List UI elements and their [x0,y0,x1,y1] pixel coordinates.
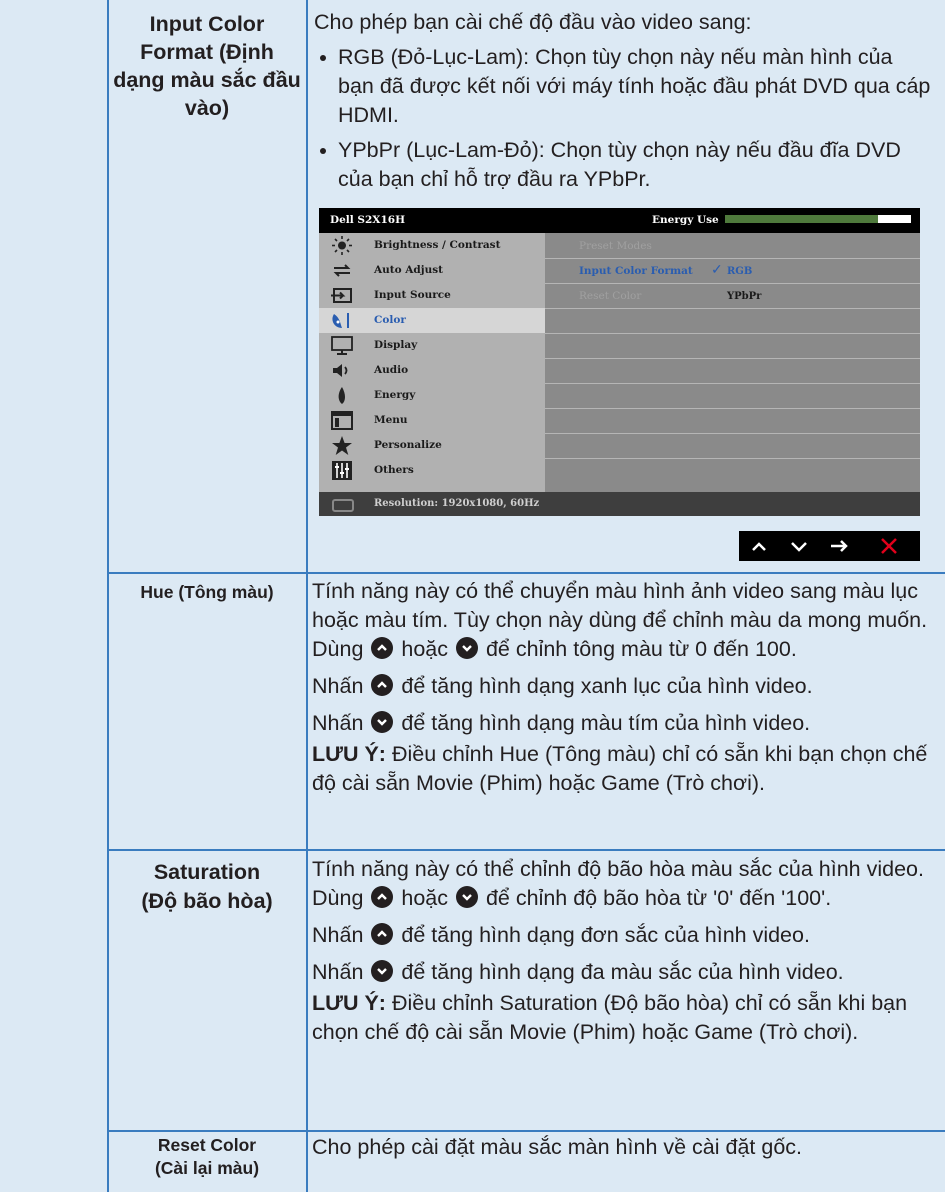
bullet-rgb: RGB (Đỏ-Lục-Lam): Chọn tùy chọn này nếu … [314,43,934,130]
up-button-icon [371,637,394,659]
down-button-icon [455,637,478,659]
chevron-up-icon [752,542,766,551]
down-button-icon [371,960,394,982]
up-button-icon [371,886,394,908]
document-table: Input Color Format (Định dạng màu sắc đầ… [0,0,945,1192]
row-label-saturation: Saturation (Độ bão hòa) [141,860,273,913]
nav-close-button[interactable] [859,531,920,561]
row-desc-saturation: Tính năng này có thể chỉnh độ bão hòa mà… [312,857,924,1044]
osd-menu-label: Auto Adjust [374,264,443,276]
osd-menu-item-color[interactable]: Color [319,308,545,333]
option-rgb[interactable]: RGB [727,266,752,277]
osd-menu-item-energy[interactable]: Energy [319,383,545,408]
osd-menu-item-input-source[interactable]: Input Source [319,283,545,308]
osd-status-bar: Resolution: 1920x1080, 60Hz [319,492,920,516]
submenu-input-color-format[interactable]: Input Color Format [579,265,693,277]
row-label-hue: Hue (Tông màu) [140,582,274,602]
menu-icon [331,411,353,430]
nav-up-button[interactable] [739,531,779,561]
row-desc-reset-color: Cho phép cài đặt màu sắc màn hình về cài… [312,1135,803,1159]
energy-icon [331,386,353,405]
brightness-icon [331,236,353,255]
osd-menu-label: Energy [374,389,416,401]
up-button-icon [371,674,394,696]
arrow-right-icon [831,540,848,552]
personalize-icon [331,436,353,455]
table-row-divider [107,849,945,851]
row-label-input-color-format: Input Color Format (Định dạng màu sắc đầ… [113,12,301,120]
submenu-preset-modes[interactable]: Preset Modes [579,240,652,252]
osd-menu-label: Display [374,339,418,351]
option-ypbpr[interactable]: YPbPr [727,291,761,302]
osd-menu-label: Others [374,464,414,476]
display-icon [331,336,353,355]
osd-menu-label: Color [374,314,406,326]
close-icon [881,538,897,554]
down-button-icon [455,886,478,908]
nav-enter-button[interactable] [819,531,859,561]
input-source-icon [331,286,353,305]
osd-menu-item-auto-adjust[interactable]: Auto Adjust [319,258,545,283]
chevron-down-icon [791,542,807,552]
osd-menu-label: Audio [374,364,409,376]
submenu-reset-color[interactable]: Reset Color [579,290,641,302]
osd-model: Dell S2X16H [330,214,405,226]
osd-menu-label: Brightness / Contrast [374,239,501,251]
down-button-icon [371,711,394,733]
osd-menu-label: Input Source [374,289,451,301]
osd-menu-item-menu[interactable]: Menu [319,408,545,433]
osd-menu-label: Personalize [374,439,442,451]
osd-menu-label: Menu [374,414,408,426]
energy-bar [725,215,911,223]
table-row-divider [107,1130,945,1132]
intro-text: Cho phép bạn cài chế độ đầu vào video sa… [314,10,752,34]
energy-bar-fill [725,215,878,223]
table-rule-left [107,0,109,1192]
others-icon [331,461,353,480]
osd-menu-item-personalize[interactable]: Personalize [319,433,545,458]
osd-menu-item-brightness-contrast[interactable]: Brightness / Contrast [319,233,545,258]
row-desc-hue: Tính năng này có thể chuyển màu hình ảnh… [312,579,928,795]
osd-menu-item-display[interactable]: Display [319,333,545,358]
nav-down-button[interactable] [779,531,819,561]
osd-resolution: Resolution: 1920x1080, 60Hz [374,498,540,509]
color-icon [331,311,353,330]
vga-connector-icon [332,499,354,512]
auto-adjust-icon [331,261,353,280]
bullet-ypbpr: YPbPr (Lục-Lam-Đỏ): Chọn tùy chọn này nế… [314,136,934,194]
osd-energy-label: Energy Use [652,214,719,226]
osd-menu-item-audio[interactable]: Audio [319,358,545,383]
table-row-divider [107,572,945,574]
row-label-reset-color: Reset Color (Cài lại màu) [154,1135,260,1178]
check-icon: ✓ [711,262,723,278]
up-button-icon [371,923,394,945]
osd-menu-screenshot: Dell S2X16H Energy Use Preset Modes Inpu… [319,208,920,516]
table-rule-mid [306,0,308,1192]
osd-menu-item-others[interactable]: Others [319,458,545,483]
osd-title-bar: Dell S2X16H Energy Use [319,208,920,233]
audio-icon [331,361,353,380]
row-desc-input-color-format: Cho phép bạn cài chế độ đầu vào video sa… [314,8,934,194]
